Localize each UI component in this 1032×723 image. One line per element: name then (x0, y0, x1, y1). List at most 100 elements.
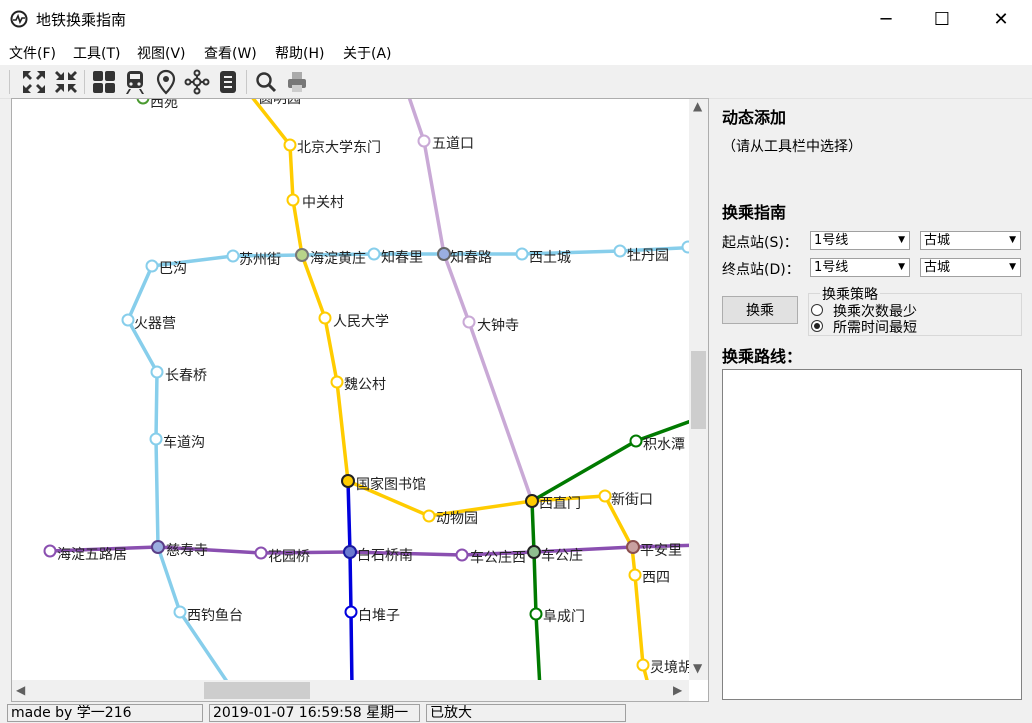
svg-text:动物园: 动物园 (436, 511, 478, 527)
search-icon[interactable] (252, 68, 280, 96)
station-huoqiying[interactable]: 火器营 (121, 313, 177, 333)
svg-text:苏州街: 苏州街 (239, 252, 281, 268)
station-huayuanqiao[interactable]: 花园桥 (254, 546, 311, 566)
print-icon[interactable] (283, 68, 311, 96)
station-xiyuan[interactable]: 西苑 (136, 99, 179, 111)
svg-text:北京大学东门: 北京大学东门 (297, 140, 381, 156)
station-mudanyuan[interactable]: 牡丹园 (613, 244, 670, 265)
route-result-box[interactable] (722, 369, 1022, 700)
station-chedaogou[interactable]: 车道沟 (149, 432, 206, 452)
station-xizhimen[interactable]: 西直门 (525, 494, 581, 512)
collapse-icon[interactable] (52, 68, 80, 96)
start-station-value: 古城 (924, 233, 951, 248)
start-line-select[interactable]: 1号线 ▼ (810, 231, 910, 250)
svg-text:人民大学: 人民大学 (333, 314, 389, 330)
toolbar-separator (84, 70, 85, 94)
svg-text:阜成门: 阜成门 (543, 608, 585, 625)
dropdown-arrow-icon: ▼ (898, 235, 905, 245)
network-icon[interactable] (183, 68, 211, 96)
station-baishiqiao-nan[interactable]: 白石桥南 (343, 545, 413, 564)
end-line-value: 1号线 (814, 260, 849, 275)
svg-text:海淀黄庄: 海淀黄庄 (310, 250, 366, 267)
station-beida-dongmen[interactable]: 北京大学东门 (283, 138, 382, 157)
station-chegongzhuang-xi[interactable]: 车公庄西 (455, 548, 527, 566)
line-1-path (346, 480, 354, 680)
scroll-right-icon[interactable]: ▶ (673, 683, 682, 697)
svg-text:巴沟: 巴沟 (159, 261, 187, 277)
train-icon[interactable] (121, 68, 149, 96)
svg-text:西四: 西四 (642, 570, 670, 586)
menu-about[interactable]: 关于(A) (343, 43, 392, 63)
vertical-scrollbar[interactable]: ▲ ▼ (689, 99, 708, 680)
toolbar-separator (9, 70, 10, 94)
start-line-value: 1号线 (814, 233, 849, 248)
scroll-down-icon[interactable]: ▼ (693, 661, 702, 675)
station-fuchengmen[interactable]: 阜成门 (529, 607, 586, 625)
svg-text:西苑: 西苑 (150, 99, 178, 111)
scroll-left-icon[interactable]: ◀ (16, 683, 25, 697)
svg-text:车公庄西: 车公庄西 (470, 549, 526, 566)
end-station-value: 古城 (924, 260, 951, 275)
svg-text:慈寿寺: 慈寿寺 (166, 542, 208, 559)
svg-text:白石桥南: 白石桥南 (357, 548, 413, 564)
line-4-path (251, 99, 649, 680)
svg-text:西直门: 西直门 (539, 495, 581, 512)
subway-map-canvas[interactable]: 西苑 圆明园 北京大学东门 中关村 海淀黄庄 人民大学 魏公村 国家图书馆 动物… (11, 98, 709, 702)
svg-text:海淀五路居: 海淀五路居 (57, 547, 127, 563)
station-bagou[interactable]: 巴沟 (145, 259, 188, 278)
station-xitucheng[interactable]: 西土城 (515, 247, 572, 267)
station-chegongzhuang[interactable]: 车公庄 (527, 545, 583, 564)
end-station-select[interactable]: 古城 ▼ (920, 258, 1021, 277)
title-bar: 地铁换乘指南 ─ ☐ ✕ (0, 0, 1032, 38)
svg-text:魏公村: 魏公村 (344, 377, 386, 393)
list-icon[interactable] (214, 68, 242, 96)
expand-icon[interactable] (20, 68, 48, 96)
menu-tools[interactable]: 工具(T) (73, 43, 120, 63)
maximize-button[interactable]: ☐ (913, 0, 971, 38)
menu-file[interactable]: 文件(F) (9, 43, 56, 63)
start-station-select[interactable]: 古城 ▼ (920, 231, 1021, 250)
status-author: made by 学一216 (7, 704, 203, 722)
strategy-shortest-time-radio[interactable] (811, 320, 823, 332)
station-dongwuyuan[interactable]: 动物园 (422, 509, 479, 528)
transfer-button[interactable]: 换乘 (722, 296, 798, 324)
location-pin-icon[interactable] (152, 68, 180, 96)
station-baiduizi[interactable]: 白堆子 (344, 605, 401, 625)
start-station-label: 起点站(S)： (722, 235, 798, 251)
svg-text:积水潭: 积水潭 (643, 436, 685, 453)
end-line-select[interactable]: 1号线 ▼ (810, 258, 910, 277)
svg-text:圆明园: 圆明园 (259, 99, 301, 107)
dropdown-arrow-icon: ▼ (898, 262, 905, 272)
close-button[interactable]: ✕ (972, 0, 1030, 38)
line-6-path (407, 99, 534, 502)
station-renmin-daxue[interactable]: 人民大学 (318, 311, 390, 331)
dynamic-add-hint: （请从工具栏中选择） (722, 139, 862, 155)
svg-text:牡丹园: 牡丹园 (627, 248, 669, 264)
scroll-up-icon[interactable]: ▲ (693, 99, 702, 113)
station-yuanmingyuan[interactable]: 圆明园 (259, 99, 301, 107)
status-bar: made by 学一216 2019-01-07 16:59:58 星期一 已放… (0, 703, 1032, 723)
horizontal-scroll-thumb[interactable] (204, 682, 310, 699)
station-suzhoujie[interactable]: 苏州街 (226, 249, 282, 269)
guide-title: 换乘指南 (722, 203, 787, 222)
menu-help[interactable]: 帮助(H) (275, 43, 324, 63)
end-station-label: 终点站(D)： (722, 262, 800, 278)
horizontal-scrollbar[interactable]: ◀ ▶ (12, 680, 689, 701)
status-zoom: 已放大 (426, 704, 626, 722)
menu-look[interactable]: 查看(W) (204, 43, 257, 63)
station-xinjiekou[interactable]: 新街口 (598, 489, 654, 509)
minimize-button[interactable]: ─ (857, 0, 915, 38)
station-pinganli[interactable]: 平安里 (626, 540, 682, 559)
strategy-shortest-time-label[interactable]: 所需时间最短 (833, 317, 917, 337)
station-changchunqiao[interactable]: 长春桥 (150, 365, 208, 385)
strategy-fewest-transfers-radio[interactable] (811, 304, 823, 316)
station-haidian-wuluju[interactable]: 海淀五路居 (43, 544, 128, 564)
svg-text:白堆子: 白堆子 (358, 608, 400, 624)
grid-icon[interactable] (90, 68, 118, 96)
menu-view[interactable]: 视图(V) (137, 43, 186, 63)
station-zhichunli[interactable]: 知春里 (367, 247, 424, 267)
station-jishuitan[interactable]: 积水潭 (629, 434, 686, 454)
svg-text:火器营: 火器营 (134, 316, 176, 332)
svg-text:平安里: 平安里 (640, 543, 682, 559)
vertical-scroll-thumb[interactable] (691, 351, 706, 429)
